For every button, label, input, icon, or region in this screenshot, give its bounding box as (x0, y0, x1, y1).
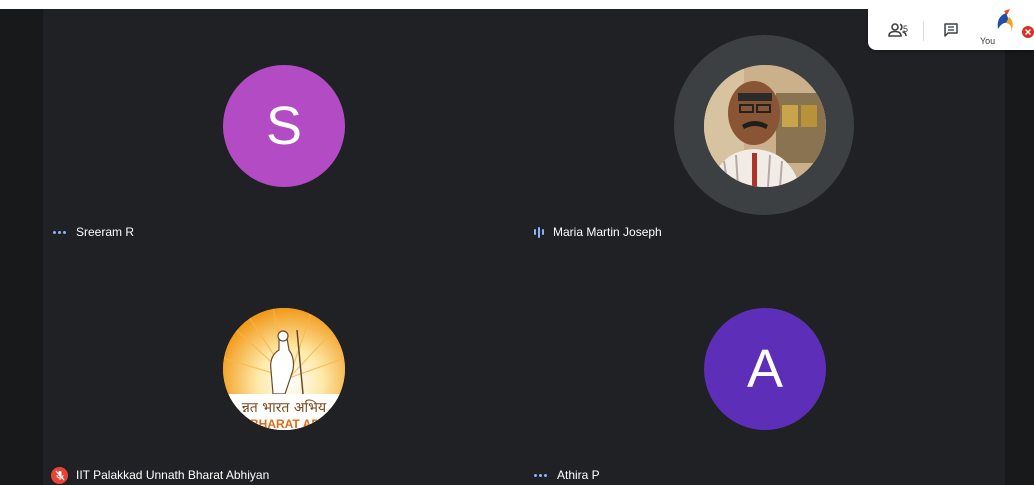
logo-text-hindi: न्नत भारत अभिय (241, 399, 327, 416)
participant-nameplate: Maria Martin Joseph (534, 224, 662, 240)
chat-icon (944, 23, 958, 37)
logo-text-english: T BHARAT ABH (239, 417, 328, 430)
participant-name: Maria Martin Joseph (553, 225, 662, 239)
more-options-icon[interactable] (53, 230, 66, 234)
more-options-icon[interactable] (534, 473, 547, 477)
chat-button[interactable] (936, 17, 966, 43)
people-button[interactable] (880, 17, 916, 43)
stage-left-edge (0, 9, 43, 485)
self-label: You (980, 36, 996, 46)
unnat-bharat-abhiyan-logo: न्नत भारत अभिय T BHARAT ABH (223, 308, 345, 430)
avatar-initial: S (265, 96, 303, 156)
people-count-badge: 5 (903, 24, 909, 34)
self-avatar-icon (997, 9, 1034, 38)
mic-off-icon (51, 466, 68, 484)
participant-nameplate: Sreeram R (53, 224, 134, 240)
divider (923, 21, 924, 41)
avatar: न्नत भारत अभिय T BHARAT ABH (223, 308, 345, 430)
avatar (704, 65, 826, 187)
avatar: A (704, 308, 826, 430)
meeting-info-panel: 5 You (868, 9, 1034, 50)
participant-name: IIT Palakkad Unnath Bharat Abhiyan (76, 468, 270, 482)
participant-tile-iit-palakkad[interactable]: न्नत भारत अभिय T BHARAT ABH IIT Palakkad… (43, 247, 524, 485)
audio-level-icon (534, 226, 544, 238)
participant-name: Sreeram R (76, 225, 135, 239)
stage-right-edge (1005, 9, 1034, 485)
participant-nameplate: Athira P (534, 467, 600, 483)
avatar: S (223, 65, 345, 187)
avatar-initial: A (746, 339, 784, 399)
profile-photo (704, 65, 826, 187)
participant-name: Athira P (557, 468, 600, 482)
meeting-stage: S Sreeram R Maria Martin Joseph न्नत भार… (0, 9, 1034, 485)
participant-nameplate: IIT Palakkad Unnath Bharat Abhiyan (51, 466, 270, 484)
participant-tile-athira[interactable]: A Athira P (524, 247, 1005, 485)
participant-tile-sreeram[interactable]: S Sreeram R (43, 9, 524, 247)
